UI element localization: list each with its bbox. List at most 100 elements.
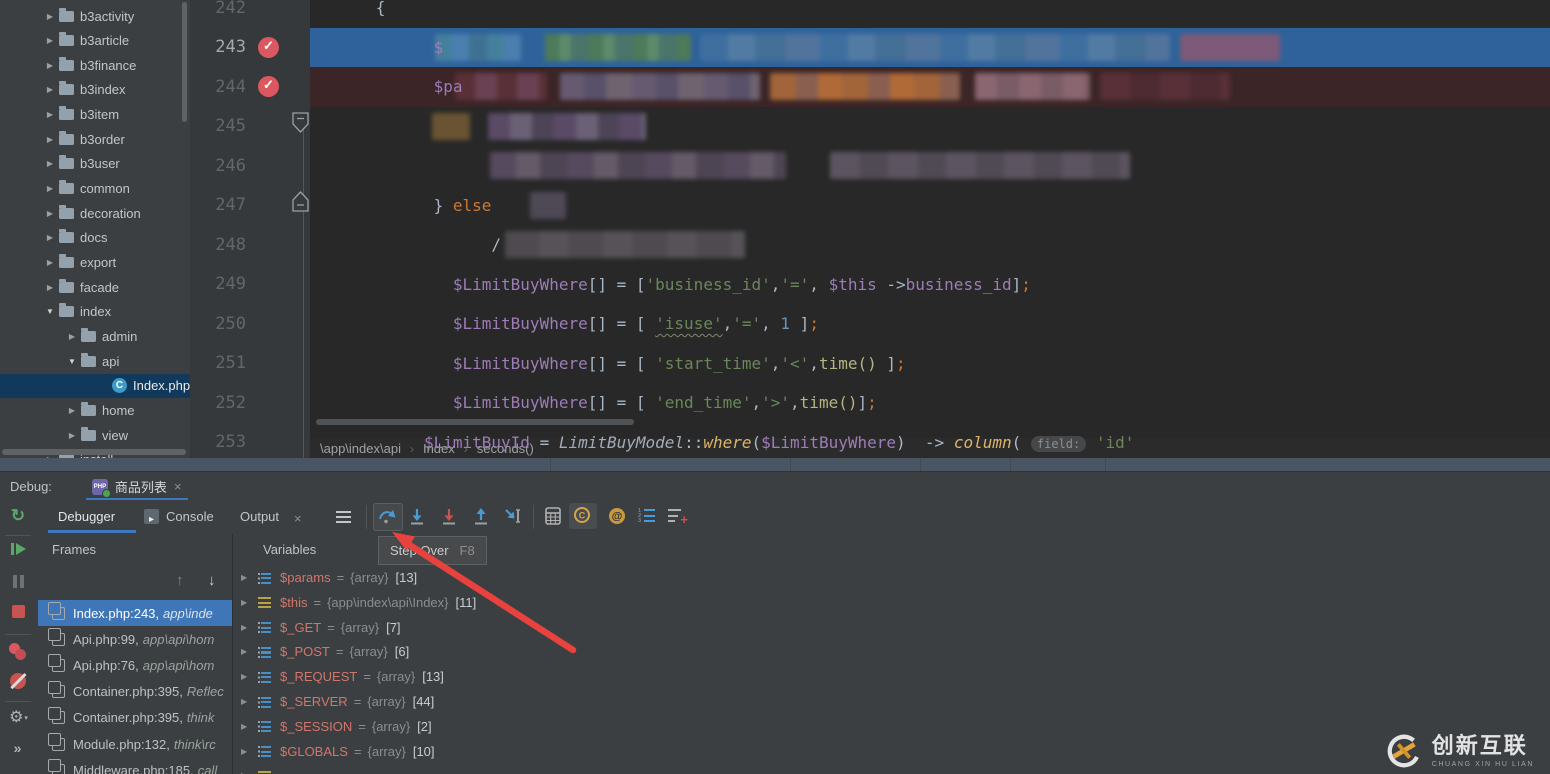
resume-button[interactable]: [0, 543, 36, 555]
tree-item-facade[interactable]: ▶ facade: [0, 275, 190, 299]
close-icon[interactable]: [294, 510, 302, 528]
step-over-button[interactable]: [373, 503, 403, 531]
stack-frame-row[interactable]: Container.php:395, think: [38, 705, 232, 731]
code-line-243[interactable]: $: [310, 27, 1550, 67]
code-line-249[interactable]: $LimitBuyWhere[] = ['business_id','=', $…: [310, 265, 1550, 305]
tree-item-export[interactable]: ▶ export: [0, 251, 190, 275]
tree-item-b3index[interactable]: ▶ b3index: [0, 78, 190, 102]
frame-down-icon[interactable]: ↓: [208, 572, 216, 589]
code-line-250[interactable]: $LimitBuyWhere[] = [ 'isuse','=', 1 ];: [310, 304, 1550, 344]
frame-up-icon[interactable]: ↑: [176, 572, 184, 589]
chevron-right-icon[interactable]: ▶: [241, 573, 257, 582]
tree-item-view[interactable]: ▶ view: [0, 423, 190, 447]
rerun-button[interactable]: ↻: [0, 506, 36, 526]
code-line-247[interactable]: } else: [310, 186, 1550, 226]
tree-item-b3item[interactable]: ▶ b3item: [0, 103, 190, 127]
code-line-248[interactable]: /: [310, 225, 1550, 265]
chevron-right-icon[interactable]: ▶: [44, 12, 56, 21]
code-line-253[interactable]: $LimitBuyId = LimitBuyModel::where($Limi…: [310, 423, 1550, 459]
variable-row[interactable]: ▶ $this = {app\index\api\Index} [11]: [241, 590, 1550, 615]
tree-item-b3user[interactable]: ▶ b3user: [0, 152, 190, 176]
chevron-right-icon[interactable]: ▶: [44, 85, 56, 94]
tree-item-admin[interactable]: ▶ admin: [0, 324, 190, 348]
tree-item-home[interactable]: ▶ home: [0, 398, 190, 422]
variable-row[interactable]: ▶ $params = {array} [13]: [241, 565, 1550, 590]
chevron-right-icon[interactable]: ▶: [241, 722, 257, 731]
run-config-tab[interactable]: PHP 商品列表: [85, 472, 188, 501]
run-to-cursor-button[interactable]: [503, 506, 525, 528]
stack-frame-row[interactable]: Api.php:99, app\api\hom: [38, 626, 232, 652]
breakpoint-icon[interactable]: [258, 36, 279, 58]
tree-item-common[interactable]: ▶ common: [0, 177, 190, 201]
code-line-251[interactable]: $LimitBuyWhere[] = [ 'start_time','<',ti…: [310, 344, 1550, 384]
add-to-watches-button[interactable]: [668, 508, 688, 527]
stack-frame-row[interactable]: Index.php:243, app\inde: [38, 600, 232, 626]
chevron-right-icon[interactable]: ▶: [44, 184, 56, 193]
at-sign-button[interactable]: @: [607, 506, 629, 528]
chevron-right-icon[interactable]: ▶: [241, 697, 257, 706]
chevron-right-icon[interactable]: ▶: [66, 332, 78, 341]
chevron-right-icon[interactable]: ▶: [66, 431, 78, 440]
variable-row[interactable]: ▶ $GLOBALS = {array} [10]: [241, 739, 1550, 764]
variable-row[interactable]: ▶ $_POST = {array} [6]: [241, 639, 1550, 664]
chevron-right-icon[interactable]: ▶: [241, 672, 257, 681]
tab-output[interactable]: Output: [240, 509, 279, 524]
chevron-right-icon[interactable]: ▶: [44, 159, 56, 168]
code-line-244[interactable]: $pa: [310, 67, 1550, 107]
chevron-down-icon[interactable]: ▼: [44, 307, 56, 316]
force-step-into-button[interactable]: [439, 506, 461, 528]
chevron-right-icon[interactable]: ▶: [44, 209, 56, 218]
code-line-242[interactable]: {: [310, 0, 1550, 28]
more-options-button[interactable]: »: [0, 740, 36, 756]
chevron-right-icon[interactable]: ▶: [44, 233, 56, 242]
tree-item-b3article[interactable]: ▶ b3article: [0, 29, 190, 53]
stop-button[interactable]: [0, 605, 36, 623]
code-line-245[interactable]: [310, 107, 1550, 147]
tree-item-b3order[interactable]: ▶ b3order: [0, 127, 190, 151]
close-icon[interactable]: [174, 478, 182, 496]
variable-row[interactable]: ▶ $_GET = {array} [7]: [241, 615, 1550, 640]
variable-row[interactable]: ▶ $_REQUEST = {array} [13]: [241, 664, 1550, 689]
tab-debugger[interactable]: Debugger: [58, 509, 115, 524]
tab-console[interactable]: Console: [166, 509, 214, 524]
settings-gear-button[interactable]: ⚙: [0, 707, 36, 727]
stack-frame-row[interactable]: Api.php:76, app\api\hom: [38, 652, 232, 678]
variable-row[interactable]: ▶ $_SESSION = {array} [2]: [241, 714, 1550, 739]
breakpoint-icon[interactable]: [258, 76, 279, 98]
code-editor[interactable]: \app\index\api Index seconds() { $ $pa }…: [310, 0, 1550, 458]
step-into-button[interactable]: [407, 506, 429, 528]
chevron-right-icon[interactable]: ▶: [241, 647, 257, 656]
coin-c-toggle-button[interactable]: C: [569, 503, 597, 529]
chevron-right-icon[interactable]: ▶: [66, 406, 78, 415]
pause-button[interactable]: [0, 575, 36, 588]
chevron-right-icon[interactable]: ▶: [241, 598, 257, 607]
variable-row[interactable]: ▶ $_SERVER = {array} [44]: [241, 689, 1550, 714]
mute-breakpoints-button[interactable]: [0, 673, 36, 690]
tree-item-decoration[interactable]: ▶ decoration: [0, 201, 190, 225]
chevron-right-icon[interactable]: ▶: [241, 623, 257, 632]
stack-frame-row[interactable]: Middleware.php:185, call: [38, 757, 232, 774]
chevron-right-icon[interactable]: ▶: [44, 135, 56, 144]
layout-menu-icon[interactable]: [336, 509, 352, 525]
view-breakpoints-button[interactable]: [0, 643, 36, 661]
chevron-right-icon[interactable]: ▶: [44, 36, 56, 45]
tree-horizontal-scrollbar[interactable]: [2, 449, 186, 455]
tree-item-index-php[interactable]: C Index.php: [0, 373, 190, 398]
stack-frame-row[interactable]: Module.php:132, think\rc: [38, 731, 232, 757]
tree-item-b3finance[interactable]: ▶ b3finance: [0, 53, 190, 77]
code-line-246[interactable]: [310, 146, 1550, 186]
evaluate-expression-button[interactable]: [543, 506, 565, 528]
chevron-right-icon[interactable]: ▶: [44, 61, 56, 70]
chevron-right-icon[interactable]: ▶: [44, 258, 56, 267]
chevron-down-icon[interactable]: ▼: [66, 357, 78, 366]
tree-item-docs[interactable]: ▶ docs: [0, 226, 190, 250]
chevron-right-icon[interactable]: ▶: [44, 283, 56, 292]
stack-frame-row[interactable]: Container.php:395, Reflec: [38, 679, 232, 705]
tree-item-api[interactable]: ▼ api: [0, 349, 190, 373]
chevron-right-icon[interactable]: ▶: [241, 747, 257, 756]
code-line-252[interactable]: $LimitBuyWhere[] = [ 'end_time','>',time…: [310, 383, 1550, 423]
tree-item-index[interactable]: ▼ index: [0, 300, 190, 324]
step-out-button[interactable]: [471, 506, 493, 528]
variable-row-partial[interactable]: ▶: [241, 763, 1550, 774]
tree-item-b3activity[interactable]: ▶ b3activity: [0, 4, 190, 28]
